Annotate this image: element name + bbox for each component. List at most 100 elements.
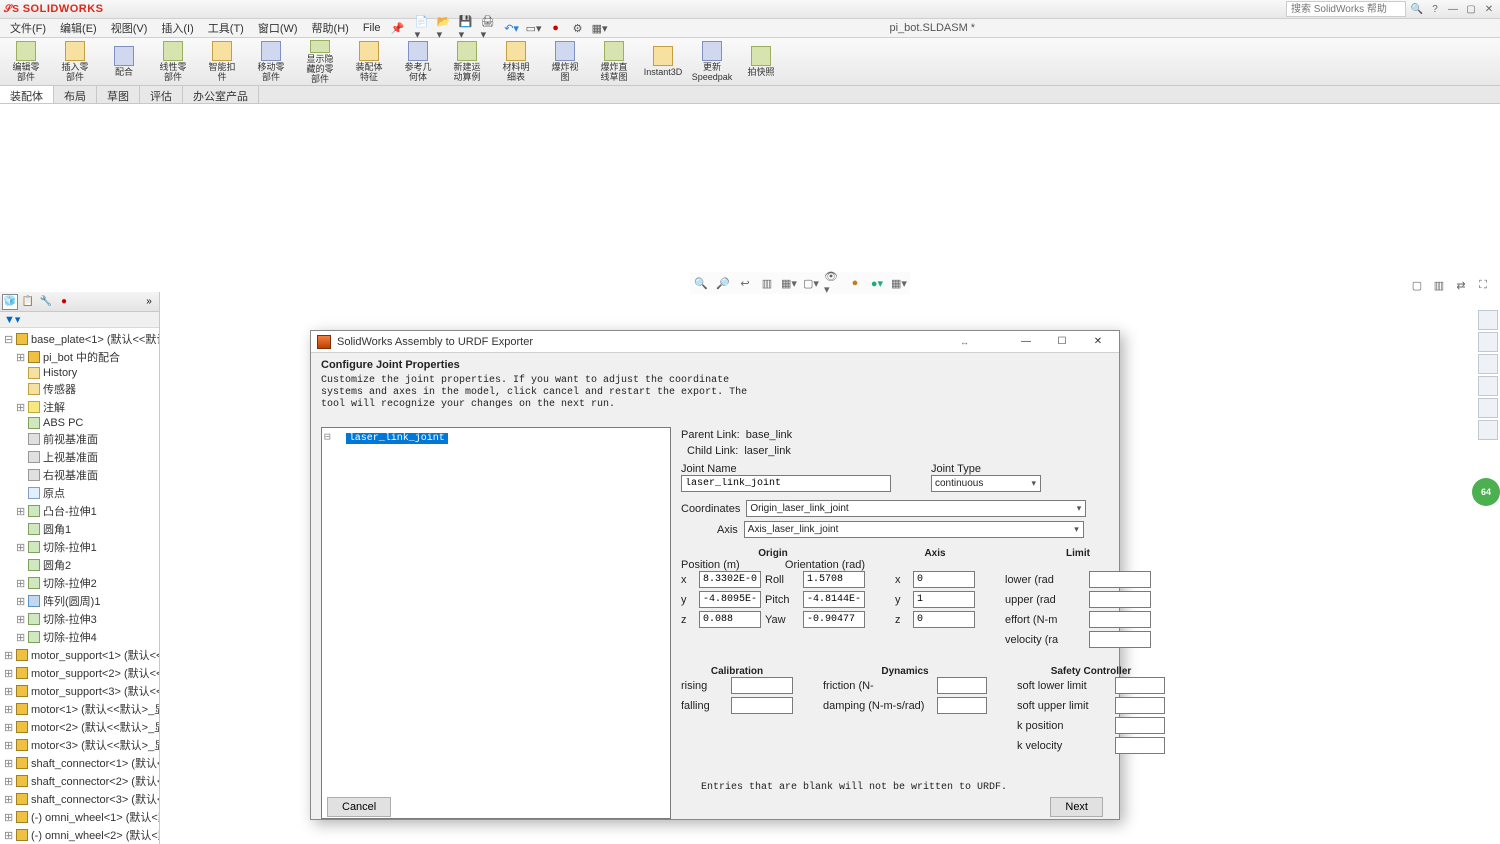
zoom-area-icon[interactable]: 🔎 bbox=[714, 274, 732, 292]
falling-input[interactable] bbox=[731, 697, 793, 714]
ribbon-btn-6[interactable]: 显示隐藏的零部件 bbox=[296, 39, 344, 85]
tree-expand-icon[interactable]: ⊞ bbox=[16, 505, 25, 518]
tree-item[interactable]: ⊞shaft_connector<3> (默认< bbox=[2, 790, 157, 808]
taskpane-appearance-icon[interactable] bbox=[1478, 398, 1498, 418]
new-icon[interactable]: 📄▾ bbox=[415, 19, 433, 37]
select-icon[interactable]: ▭▾ bbox=[525, 19, 543, 37]
menu-window[interactable]: 窗口(W) bbox=[252, 18, 304, 38]
tab-3[interactable]: 评估 bbox=[140, 86, 183, 103]
tree-item[interactable]: ⊟base_plate<1> (默认<<默认 bbox=[2, 330, 157, 348]
tree-item[interactable]: 上视基准面 bbox=[2, 448, 157, 466]
tree-item[interactable]: 右视基准面 bbox=[2, 466, 157, 484]
soft-lower-input[interactable] bbox=[1115, 677, 1165, 694]
tree-expand-icon[interactable]: ⊞ bbox=[4, 829, 13, 842]
tree-tab-config-icon[interactable]: 🔧 bbox=[38, 294, 54, 310]
tree-item[interactable]: ⊞motor<2> (默认<<默认>_显 bbox=[2, 718, 157, 736]
k-position-input[interactable] bbox=[1115, 717, 1165, 734]
tree-tab-property-icon[interactable]: 📋 bbox=[20, 294, 36, 310]
axis-z-input[interactable] bbox=[913, 611, 975, 628]
settings-icon[interactable]: ▦▾ bbox=[591, 19, 609, 37]
rebuild-icon[interactable]: ● bbox=[547, 19, 565, 37]
soft-upper-input[interactable] bbox=[1115, 697, 1165, 714]
close-icon[interactable]: ✕ bbox=[1482, 2, 1496, 16]
tab-1[interactable]: 布局 bbox=[54, 86, 97, 103]
undo-icon[interactable]: ↶▾ bbox=[503, 19, 521, 37]
damping-input[interactable] bbox=[937, 697, 987, 714]
tree-expand-icon[interactable]: ⊞ bbox=[4, 811, 13, 824]
ribbon-btn-11[interactable]: 爆炸视图 bbox=[541, 39, 589, 85]
ribbon-btn-10[interactable]: 材料明细表 bbox=[492, 39, 540, 85]
rising-input[interactable] bbox=[731, 677, 793, 694]
tree-item[interactable]: ⊞shaft_connector<1> (默认< bbox=[2, 754, 157, 772]
tree-item[interactable]: ⊞(-) omni_wheel<2> (默认<默 bbox=[2, 826, 157, 844]
view-orient-icon[interactable]: ▦▾ bbox=[780, 274, 798, 292]
tree-expand-icon[interactable]: ⊟ bbox=[4, 333, 13, 346]
tab-4[interactable]: 办公室产品 bbox=[183, 86, 259, 103]
ribbon-btn-1[interactable]: 插入零部件 bbox=[51, 39, 99, 85]
display-style-icon[interactable]: ▢▾ bbox=[802, 274, 820, 292]
tree-item[interactable]: 前视基准面 bbox=[2, 430, 157, 448]
save-icon[interactable]: 💾▾ bbox=[459, 19, 477, 37]
roll-input[interactable] bbox=[803, 571, 865, 588]
next-button[interactable]: Next bbox=[1050, 797, 1103, 817]
appearance-icon[interactable]: ●▾ bbox=[868, 274, 886, 292]
tree-expand-icon[interactable]: ⊞ bbox=[4, 685, 13, 698]
taskpane-custom-icon[interactable] bbox=[1478, 420, 1498, 440]
joint-tree-item-selected[interactable]: laser_link_joint bbox=[346, 433, 448, 444]
tree-item[interactable]: ⊞motor<1> (默认<<默认>_显 bbox=[2, 700, 157, 718]
menu-edit[interactable]: 编辑(E) bbox=[54, 18, 103, 38]
pos-y-input[interactable] bbox=[699, 591, 761, 608]
print-icon[interactable]: 🖨▾ bbox=[481, 19, 499, 37]
ribbon-btn-2[interactable]: 配合 bbox=[100, 39, 148, 85]
ribbon-btn-13[interactable]: Instant3D bbox=[639, 39, 687, 85]
tree-item[interactable]: ⊞切除-拉伸4 bbox=[2, 628, 157, 646]
dialog-pin-icon[interactable]: ↔ bbox=[960, 337, 969, 347]
prev-view-icon[interactable]: ↩ bbox=[736, 274, 754, 292]
tree-item[interactable]: ⊞motor_support<2> (默认<< bbox=[2, 664, 157, 682]
tree-expand-icon[interactable]: ⊞ bbox=[4, 793, 13, 806]
dialog-minimize-icon[interactable]: — bbox=[1011, 332, 1041, 352]
taskpane-resources-icon[interactable] bbox=[1478, 310, 1498, 330]
tree-item[interactable]: ⊞切除-拉伸1 bbox=[2, 538, 157, 556]
dialog-maximize-icon[interactable]: ☐ bbox=[1047, 332, 1077, 352]
limit-upper-input[interactable] bbox=[1089, 591, 1151, 608]
tree-expand-icon[interactable]: ⊞ bbox=[16, 613, 25, 626]
tree-expand-icon[interactable]: ⊞ bbox=[4, 703, 13, 716]
single-view-icon[interactable]: ▢ bbox=[1408, 276, 1426, 294]
tree-item[interactable]: 传感器 bbox=[2, 380, 157, 398]
tree-item[interactable]: ⊞(-) omni_wheel<1> (默认<默 bbox=[2, 808, 157, 826]
pitch-input[interactable] bbox=[803, 591, 865, 608]
ribbon-btn-4[interactable]: 智能扣件 bbox=[198, 39, 246, 85]
feature-tree[interactable]: ⊟base_plate<1> (默认<<默认⊞pi_bot 中的配合Histor… bbox=[0, 328, 159, 844]
ribbon-btn-0[interactable]: 编辑零部件 bbox=[2, 39, 50, 85]
full-screen-icon[interactable]: ⛶ bbox=[1474, 276, 1492, 294]
cancel-button[interactable]: Cancel bbox=[327, 797, 391, 817]
link-views-icon[interactable]: ⇄ bbox=[1452, 276, 1470, 294]
axis-select[interactable]: Axis_laser_link_joint bbox=[744, 521, 1084, 538]
taskpane-palette-icon[interactable] bbox=[1478, 376, 1498, 396]
friction-input[interactable] bbox=[937, 677, 987, 694]
pin-icon[interactable]: 📌 bbox=[389, 19, 407, 37]
hide-show-icon[interactable]: 👁▾ bbox=[824, 274, 842, 292]
tree-expand-icon[interactable]: ⊞ bbox=[4, 649, 13, 662]
tree-item[interactable]: 圆角2 bbox=[2, 556, 157, 574]
menu-help[interactable]: 帮助(H) bbox=[306, 18, 355, 38]
ribbon-btn-15[interactable]: 拍快照 bbox=[737, 39, 785, 85]
ribbon-btn-9[interactable]: 新建运动算例 bbox=[443, 39, 491, 85]
tree-collapse-icon[interactable]: » bbox=[141, 294, 157, 310]
ribbon-btn-8[interactable]: 参考几何体 bbox=[394, 39, 442, 85]
ribbon-btn-5[interactable]: 移动零部件 bbox=[247, 39, 295, 85]
tree-item[interactable]: ⊞motor<3> (默认<<默认>_显 bbox=[2, 736, 157, 754]
tree-item[interactable]: ⊞注解 bbox=[2, 398, 157, 416]
joint-name-input[interactable] bbox=[681, 475, 891, 492]
ribbon-btn-12[interactable]: 爆炸直线草图 bbox=[590, 39, 638, 85]
tree-item[interactable]: ⊞切除-拉伸2 bbox=[2, 574, 157, 592]
search-icon[interactable]: 🔍 bbox=[1410, 2, 1424, 16]
ribbon-btn-14[interactable]: 更新Speedpak bbox=[688, 39, 736, 85]
limit-velocity-input[interactable] bbox=[1089, 631, 1151, 648]
menu-file-ext[interactable]: File bbox=[357, 20, 387, 36]
tree-item[interactable]: ⊞切除-拉伸3 bbox=[2, 610, 157, 628]
dialog-close-icon[interactable]: ✕ bbox=[1083, 332, 1113, 352]
tree-filter[interactable]: ▼▾ bbox=[0, 312, 159, 328]
menu-insert[interactable]: 插入(I) bbox=[155, 18, 199, 38]
